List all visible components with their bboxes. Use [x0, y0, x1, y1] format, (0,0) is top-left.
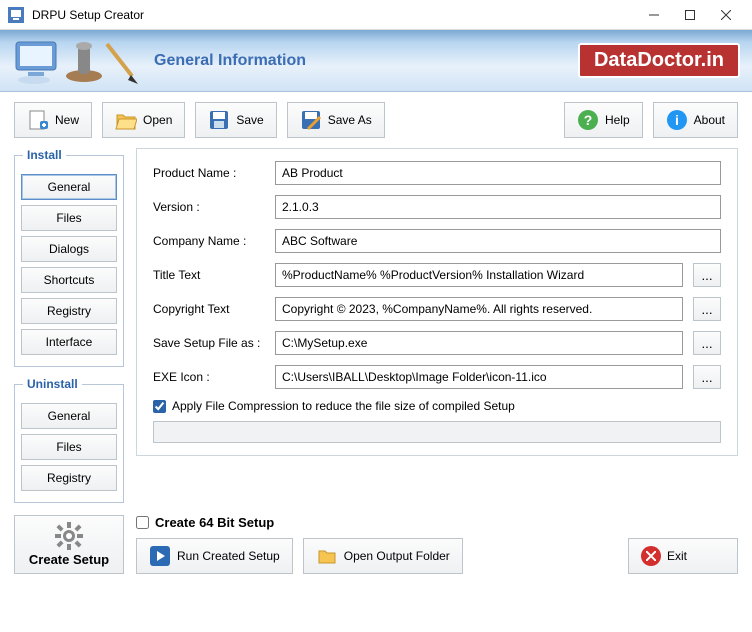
nav-uninstall-files[interactable]: Files [21, 434, 117, 460]
install-title: Install [23, 148, 66, 162]
save-as-icon [300, 109, 322, 131]
nav-install-dialogs[interactable]: Dialogs [21, 236, 117, 262]
minimize-button[interactable] [636, 1, 672, 29]
header-art [12, 36, 142, 86]
form-area: Product Name : Version : Company Name : … [136, 148, 738, 456]
nav-install-interface[interactable]: Interface [21, 329, 117, 355]
save-icon [208, 109, 230, 131]
nav-install-shortcuts[interactable]: Shortcuts [21, 267, 117, 293]
product-name-label: Product Name : [153, 166, 265, 180]
brand-badge: DataDoctor.in [578, 43, 740, 78]
compression-label: Apply File Compression to reduce the fil… [172, 399, 515, 413]
folder-icon [316, 545, 338, 567]
exit-label: Exit [667, 549, 687, 563]
compression-checkbox[interactable] [153, 400, 166, 413]
product-name-input[interactable] [275, 161, 721, 185]
save-as-button[interactable]: Save As [287, 102, 385, 138]
create-64-checkbox[interactable] [136, 516, 149, 529]
about-icon: i [666, 109, 688, 131]
about-label: About [694, 113, 725, 127]
create-setup-button[interactable]: Create Setup [14, 515, 124, 574]
save-as-browse[interactable]: ... [693, 331, 721, 355]
exit-button[interactable]: Exit [628, 538, 738, 574]
copyright-browse[interactable]: ... [693, 297, 721, 321]
titlebar: DRPU Setup Creator [0, 0, 752, 30]
open-output-button[interactable]: Open Output Folder [303, 538, 463, 574]
run-created-label: Run Created Setup [177, 549, 280, 563]
exe-icon-browse[interactable]: ... [693, 365, 721, 389]
page-title: General Information [154, 52, 578, 70]
app-icon [8, 7, 24, 23]
copyright-input[interactable] [275, 297, 683, 321]
gear-icon [55, 522, 83, 550]
progress-bar [153, 421, 721, 443]
nav-install-files[interactable]: Files [21, 205, 117, 231]
svg-text:?: ? [584, 112, 593, 128]
about-button[interactable]: i About [653, 102, 738, 138]
install-group: Install General Files Dialogs Shortcuts … [14, 148, 124, 367]
new-label: New [55, 113, 79, 127]
uninstall-title: Uninstall [23, 377, 82, 391]
help-icon: ? [577, 109, 599, 131]
title-text-browse[interactable]: ... [693, 263, 721, 287]
nav-install-registry[interactable]: Registry [21, 298, 117, 324]
nav-uninstall-general[interactable]: General [21, 403, 117, 429]
close-icon [641, 546, 661, 566]
company-input[interactable] [275, 229, 721, 253]
create-setup-label: Create Setup [29, 552, 109, 567]
version-label: Version : [153, 200, 265, 214]
save-button[interactable]: Save [195, 102, 276, 138]
create-64-label: Create 64 Bit Setup [155, 515, 274, 530]
window-title: DRPU Setup Creator [32, 8, 636, 22]
title-text-label: Title Text [153, 268, 265, 282]
save-as-input[interactable] [275, 331, 683, 355]
nav-install-general[interactable]: General [21, 174, 117, 200]
company-label: Company Name : [153, 234, 265, 248]
copyright-label: Copyright Text [153, 302, 265, 316]
new-icon [27, 109, 49, 131]
new-button[interactable]: New [14, 102, 92, 138]
open-output-label: Open Output Folder [344, 549, 450, 563]
close-button[interactable] [708, 1, 744, 29]
help-button[interactable]: ? Help [564, 102, 643, 138]
exe-icon-input[interactable] [275, 365, 683, 389]
header-band: General Information DataDoctor.in [0, 30, 752, 92]
maximize-button[interactable] [672, 1, 708, 29]
save-as-label: Save As [328, 113, 372, 127]
toolbar: New Open Save Save As ? Help i About [14, 102, 738, 138]
save-as-label: Save Setup File as : [153, 336, 265, 350]
open-label: Open [143, 113, 172, 127]
play-icon [149, 545, 171, 567]
uninstall-group: Uninstall General Files Registry [14, 377, 124, 503]
svg-text:i: i [675, 112, 679, 128]
help-label: Help [605, 113, 630, 127]
nav-uninstall-registry[interactable]: Registry [21, 465, 117, 491]
version-input[interactable] [275, 195, 721, 219]
save-label: Save [236, 113, 263, 127]
title-text-input[interactable] [275, 263, 683, 287]
run-created-button[interactable]: Run Created Setup [136, 538, 293, 574]
open-icon [115, 109, 137, 131]
open-button[interactable]: Open [102, 102, 185, 138]
exe-icon-label: EXE Icon : [153, 370, 265, 384]
